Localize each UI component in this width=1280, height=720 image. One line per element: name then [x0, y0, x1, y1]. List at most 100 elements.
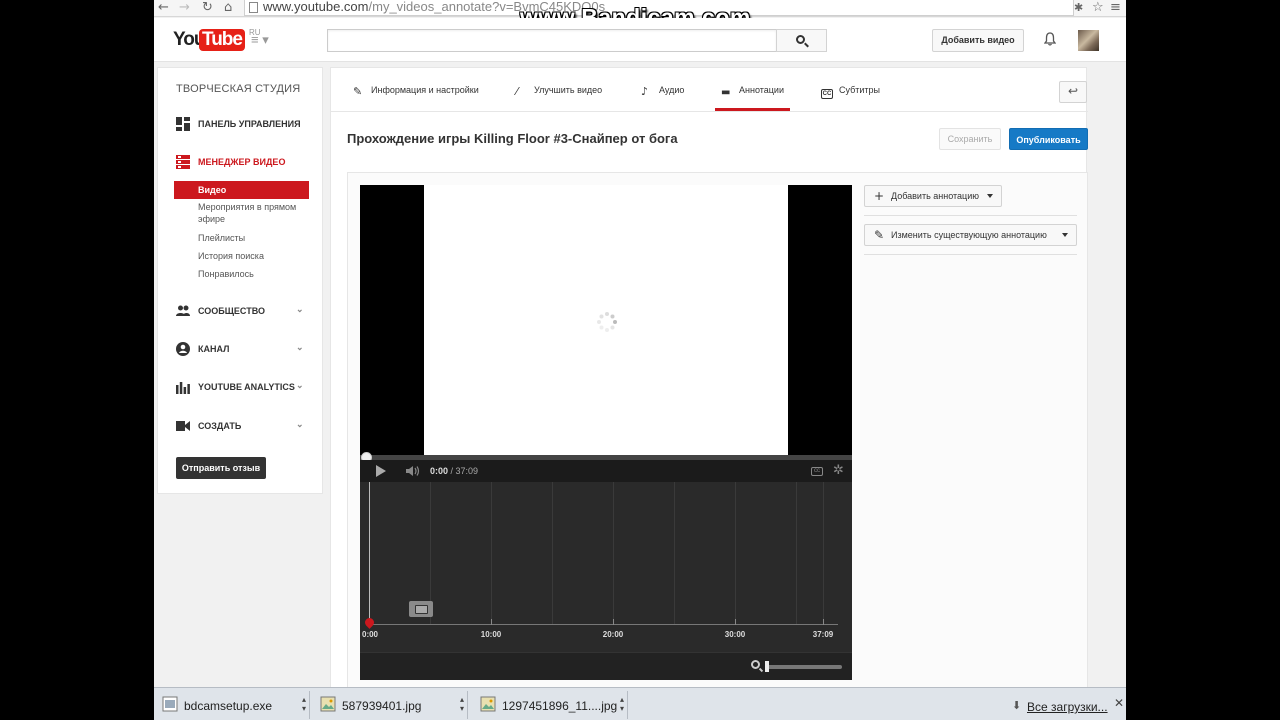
- sidebar-item-community[interactable]: СООБЩЕСТВО ⌄: [176, 304, 316, 320]
- reload-icon[interactable]: ↻: [202, 0, 213, 16]
- search-icon: [796, 35, 805, 44]
- video-frame[interactable]: [424, 185, 788, 455]
- zoom-slider[interactable]: [767, 665, 842, 669]
- image-file-icon: [480, 696, 496, 712]
- timeline-playhead[interactable]: [369, 482, 370, 624]
- divider: [864, 254, 1077, 255]
- feedback-button[interactable]: Отправить отзыв: [176, 457, 266, 479]
- zoom-slider-handle[interactable]: [765, 661, 769, 672]
- music-note-icon: ♪: [641, 85, 649, 98]
- timeline-tick: [735, 619, 736, 625]
- home-icon[interactable]: ⌂: [224, 0, 232, 16]
- sidebar-item-label: СОЗДАТЬ: [198, 421, 242, 431]
- chevron-down-icon[interactable]: ⌄: [296, 342, 304, 353]
- sidebar-item-create[interactable]: СОЗДАТЬ ⌄: [176, 419, 316, 435]
- tab-subtitles[interactable]: CC Субтитры: [821, 85, 880, 111]
- caret-up-icon[interactable]: ▴ ▾: [460, 695, 464, 713]
- sidebar-item-label: СООБЩЕСТВО: [198, 306, 265, 316]
- forward-arrow-icon[interactable]: →: [179, 0, 190, 16]
- search-button[interactable]: [776, 29, 827, 52]
- cc-icon: CC: [821, 89, 833, 99]
- timeline-axis: [370, 624, 838, 625]
- bookmark-star-icon[interactable]: ☆: [1092, 0, 1104, 16]
- creator-studio-sidebar: ТВОРЧЕСКАЯ СТУДИЯ ПАНЕЛЬ УПРАВЛЕНИЯ МЕНЕ…: [157, 67, 323, 494]
- divider: [864, 215, 1077, 216]
- pencil-icon: ✎: [874, 228, 885, 242]
- chevron-down-icon[interactable]: ⌄: [296, 419, 304, 430]
- tab-annotations[interactable]: ▬ Аннотации: [715, 85, 790, 111]
- back-arrow-icon[interactable]: ←: [158, 0, 169, 16]
- timeline-label: 30:00: [724, 630, 746, 639]
- sidebar-item-label: ПАНЕЛЬ УПРАВЛЕНИЯ: [198, 119, 301, 129]
- edit-annotation-button[interactable]: ✎ Изменить существующую аннотацию: [864, 224, 1077, 246]
- caret-up-icon[interactable]: ▴ ▾: [620, 695, 624, 713]
- search-input[interactable]: [327, 29, 777, 52]
- exe-file-icon: [162, 696, 178, 712]
- sidebar-subitem-liked[interactable]: Понравилось: [198, 268, 308, 280]
- download-item[interactable]: 1297451896_11....jpg ▴ ▾: [474, 691, 628, 719]
- close-icon[interactable]: ✕: [1114, 696, 1124, 710]
- community-icon: [176, 305, 190, 316]
- upload-button[interactable]: Добавить видео: [932, 29, 1024, 52]
- sidebar-item-label: YOUTUBE ANALYTICS: [198, 382, 295, 392]
- magic-wand-icon: ⁄: [516, 85, 518, 98]
- guide-menu-icon[interactable]: ≡ ▾: [251, 33, 269, 47]
- analytics-icon: [176, 382, 190, 394]
- avatar[interactable]: [1078, 30, 1099, 51]
- timeline-gridline: [674, 482, 675, 624]
- save-button[interactable]: Сохранить: [939, 128, 1001, 150]
- playhead-marker-icon[interactable]: [363, 616, 376, 629]
- annotation-marker-icon[interactable]: [409, 601, 433, 617]
- timeline-label: 10:00: [480, 630, 502, 639]
- download-item[interactable]: 587939401.jpg ▴ ▾: [314, 691, 468, 719]
- main-panel: ✎ Информация и настройки ⁄ Улучшить видео …: [330, 67, 1088, 720]
- extension-icon[interactable]: ✱: [1074, 0, 1083, 16]
- download-bar: bdcamsetup.exe ▴ ▾ 587939401.jpg ▴ ▾ 12974…: [154, 687, 1126, 720]
- sidebar-subitem-live-events[interactable]: Мероприятия в прямом эфире: [198, 201, 308, 225]
- download-item[interactable]: bdcamsetup.exe ▴ ▾: [156, 691, 310, 719]
- timeline-zoom-bar: [360, 652, 852, 680]
- annotation-timeline[interactable]: 0:00 10:00 20:00 30:00 37:09: [360, 482, 852, 680]
- add-annotation-button[interactable]: + Добавить аннотацию: [864, 185, 1002, 207]
- sidebar-item-dashboard[interactable]: ПАНЕЛЬ УПРАВЛЕНИЯ: [176, 117, 316, 133]
- video-manager-icon: [176, 155, 190, 169]
- captions-icon[interactable]: cc: [811, 467, 823, 476]
- bell-icon[interactable]: [1044, 32, 1056, 46]
- sidebar-item-channel[interactable]: КАНАЛ ⌄: [176, 342, 316, 358]
- sidebar-subitem-videos[interactable]: Видео: [174, 181, 309, 199]
- play-icon[interactable]: [376, 465, 386, 477]
- download-filename: 1297451896_11....jpg: [502, 699, 618, 713]
- editor-tabs: ✎ Информация и настройки ⁄ Улучшить видео …: [331, 68, 1088, 112]
- speech-bubble-icon: ▬: [721, 87, 731, 98]
- sidebar-item-label: МЕНЕДЖЕР ВИДЕО: [198, 157, 286, 167]
- chevron-down-icon[interactable]: ⌄: [296, 304, 304, 315]
- tab-label: Аннотации: [739, 85, 784, 95]
- sidebar-item-analytics[interactable]: YOUTUBE ANALYTICS ⌄: [176, 380, 316, 396]
- sidebar-item-label: КАНАЛ: [198, 344, 230, 354]
- menu-icon[interactable]: ≡: [1110, 0, 1121, 16]
- gear-icon[interactable]: ✲: [833, 464, 844, 477]
- sidebar-item-video-manager[interactable]: МЕНЕДЖЕР ВИДЕО: [176, 155, 316, 171]
- duration: / 37:09: [450, 466, 479, 476]
- tab-audio[interactable]: ♪ Аудио: [641, 85, 684, 111]
- sidebar-subitem-label: Видео: [198, 185, 227, 195]
- sidebar-subitem-playlists[interactable]: Плейлисты: [198, 232, 308, 244]
- youtube-header: You Tube RU ≡ ▾ Добавить видео: [154, 18, 1126, 62]
- url-host: www.youtube.com: [263, 0, 369, 14]
- tab-label: Субтитры: [839, 85, 881, 95]
- all-downloads-link[interactable]: Все загрузки...: [1027, 700, 1108, 714]
- player-controls: 0:00 / 37:09 cc ✲: [360, 460, 852, 482]
- video-player[interactable]: 0:00 / 37:09 cc ✲: [360, 185, 852, 482]
- volume-icon[interactable]: [405, 465, 421, 477]
- tab-info-settings[interactable]: ✎ Информация и настройки: [353, 85, 479, 111]
- sidebar-subitem-search-history[interactable]: История поиска: [198, 250, 308, 262]
- studio-title[interactable]: ТВОРЧЕСКАЯ СТУДИЯ: [176, 83, 300, 95]
- tab-enhancements[interactable]: ⁄ Улучшить видео: [516, 85, 602, 111]
- time-display: 0:00 / 37:09: [430, 466, 478, 476]
- timeline-gridline: [613, 482, 614, 624]
- back-button[interactable]: ↩: [1059, 81, 1087, 103]
- caret-up-icon[interactable]: ▴ ▾: [302, 695, 306, 713]
- chevron-down-icon[interactable]: ⌄: [296, 380, 304, 391]
- publish-button[interactable]: Опубликовать: [1009, 128, 1088, 150]
- timeline-tick: [823, 619, 824, 625]
